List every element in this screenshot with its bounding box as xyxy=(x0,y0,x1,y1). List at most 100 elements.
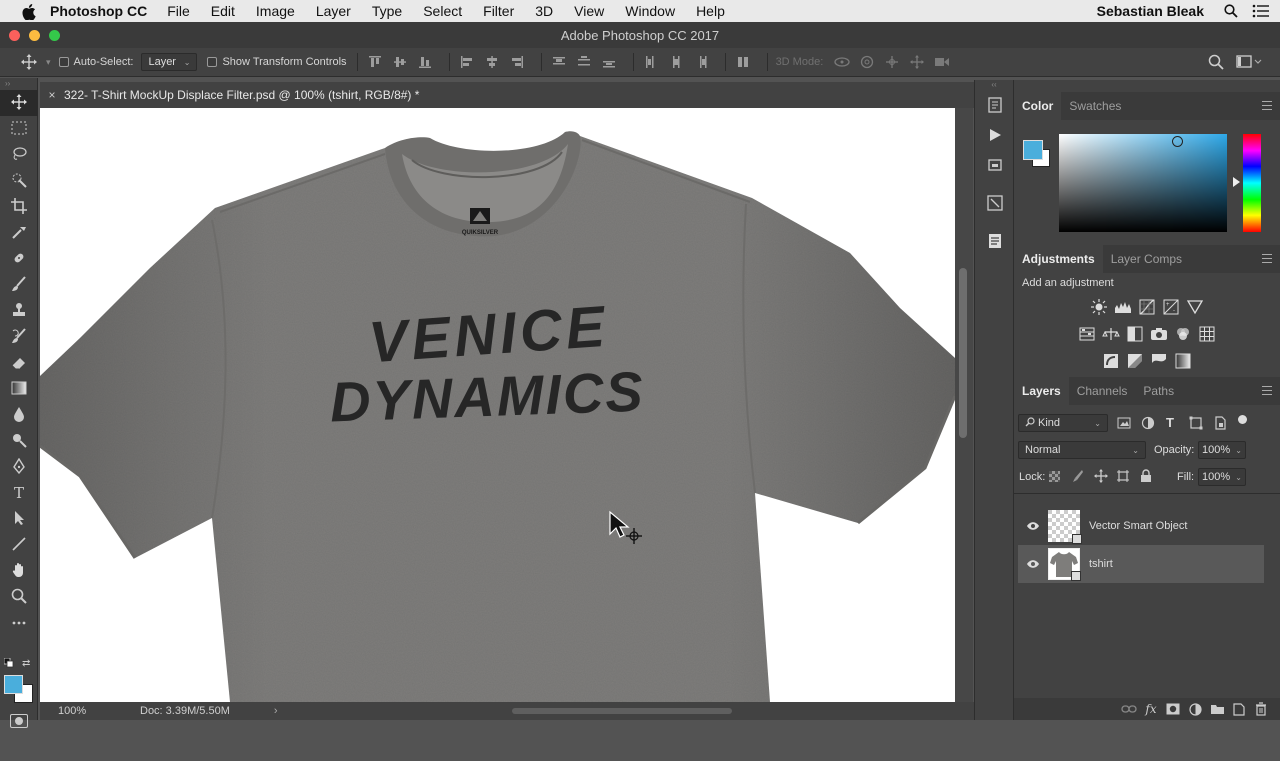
chevron-right-icon[interactable]: › xyxy=(274,705,278,717)
list-menu-icon[interactable] xyxy=(1250,0,1272,22)
path-select-tool[interactable] xyxy=(0,506,38,532)
panel-menu-icon[interactable] xyxy=(1262,101,1272,111)
layer-thumbnail[interactable] xyxy=(1048,510,1082,544)
3d-panel-icon[interactable] xyxy=(975,150,1015,180)
healing-tool[interactable] xyxy=(0,246,38,272)
chevron-down-icon[interactable]: ⌄ xyxy=(1235,473,1242,482)
history-brush-tool[interactable] xyxy=(0,324,38,350)
document-tab[interactable]: × 322- T-Shirt MockUp Displace Filter.ps… xyxy=(40,82,974,108)
posterize-icon[interactable] xyxy=(1123,351,1147,371)
layer-filter-dropdown[interactable]: Kind ⌄ xyxy=(1018,414,1108,432)
filter-pixel-icon[interactable] xyxy=(1117,416,1131,433)
3d-roll-icon[interactable] xyxy=(858,53,876,71)
panel-menu-icon[interactable] xyxy=(1262,386,1272,396)
invert-icon[interactable] xyxy=(1099,351,1123,371)
vertical-scrollbar[interactable] xyxy=(955,108,973,702)
align-left-icon[interactable] xyxy=(458,53,476,71)
menu-filter[interactable]: Filter xyxy=(483,3,514,19)
lasso-tool[interactable] xyxy=(0,142,38,168)
color-balance-icon[interactable] xyxy=(1099,324,1123,344)
blend-mode-dropdown[interactable]: Normal ⌄ xyxy=(1018,441,1146,459)
menu-help[interactable]: Help xyxy=(696,3,725,19)
new-group-folder-icon[interactable] xyxy=(1206,701,1228,717)
foreground-color-chip[interactable] xyxy=(1023,140,1043,160)
collapse-icon[interactable]: ›› xyxy=(0,78,37,90)
color-lookup-icon[interactable] xyxy=(1195,324,1219,344)
fx-icon[interactable]: fx xyxy=(1140,701,1162,717)
brush-tool[interactable] xyxy=(0,272,38,298)
marquee-tool[interactable] xyxy=(0,116,38,142)
auto-select-checkbox[interactable] xyxy=(58,57,69,67)
distribute-vcenter-icon[interactable] xyxy=(575,53,593,71)
zoom-level[interactable]: 100% xyxy=(58,705,118,717)
layer-name[interactable]: Vector Smart Object xyxy=(1089,520,1187,532)
hue-slider-handle[interactable] xyxy=(1233,177,1240,187)
threshold-icon[interactable] xyxy=(1147,351,1171,371)
document-canvas[interactable]: QUIKSILVER VENICE DYNAMICS xyxy=(40,108,955,702)
menu-select[interactable]: Select xyxy=(423,3,462,19)
align-bottom-icon[interactable] xyxy=(416,53,434,71)
3d-orbit-icon[interactable] xyxy=(833,53,851,71)
more-tools[interactable] xyxy=(0,610,38,636)
horizontal-scroll-thumb[interactable] xyxy=(512,708,732,714)
distribute-right-icon[interactable] xyxy=(692,53,710,71)
blur-tool[interactable] xyxy=(0,402,38,428)
visibility-eye-icon[interactable] xyxy=(1018,559,1048,569)
distribute-top-icon[interactable] xyxy=(550,53,568,71)
filter-toggle-icon[interactable] xyxy=(1238,415,1247,424)
filter-smart-object-icon[interactable] xyxy=(1213,416,1227,433)
tab-adjustments[interactable]: Adjustments xyxy=(1014,245,1103,273)
opacity-field[interactable]: 100% ⌄ xyxy=(1198,441,1246,459)
curves-icon[interactable] xyxy=(1135,297,1159,317)
default-colors-icon[interactable] xyxy=(3,657,14,668)
menu-layer[interactable]: Layer xyxy=(316,3,351,19)
dodge-tool[interactable] xyxy=(0,428,38,454)
new-adjustment-layer-icon[interactable] xyxy=(1184,701,1206,717)
photo-filter-icon[interactable] xyxy=(1147,324,1171,344)
close-icon[interactable]: × xyxy=(40,88,64,102)
align-hcenter-icon[interactable] xyxy=(483,53,501,71)
properties-icon[interactable] xyxy=(975,188,1015,218)
foreground-color-swatch[interactable] xyxy=(4,675,23,694)
layer-row-tshirt[interactable]: tshirt xyxy=(1018,545,1264,583)
auto-align-icon[interactable] xyxy=(734,53,752,71)
menu-image[interactable]: Image xyxy=(256,3,295,19)
distribute-bottom-icon[interactable] xyxy=(600,53,618,71)
apple-icon[interactable] xyxy=(22,4,36,21)
hue-slider[interactable] xyxy=(1243,134,1261,232)
menu-type[interactable]: Type xyxy=(372,3,402,19)
app-menu[interactable]: Photoshop CC xyxy=(50,3,147,19)
notes-icon[interactable] xyxy=(975,226,1015,256)
filter-shape-icon[interactable] xyxy=(1189,416,1203,433)
color-spectrum[interactable] xyxy=(1059,134,1227,232)
visibility-eye-icon[interactable] xyxy=(1018,521,1048,531)
menu-window[interactable]: Window xyxy=(625,3,675,19)
menu-view[interactable]: View xyxy=(574,3,604,19)
search-icon[interactable] xyxy=(1208,54,1224,73)
lock-artboard-icon[interactable] xyxy=(1116,469,1130,486)
zoom-tool[interactable] xyxy=(0,584,38,610)
3d-slide-icon[interactable] xyxy=(908,53,926,71)
panel-menu-icon[interactable] xyxy=(1262,254,1272,264)
3d-pan-icon[interactable] xyxy=(883,53,901,71)
vibrance-icon[interactable] xyxy=(1183,297,1207,317)
tab-channels[interactable]: Channels xyxy=(1069,377,1136,405)
swap-colors-icon[interactable]: ⇄ xyxy=(22,658,30,669)
tab-layers[interactable]: Layers xyxy=(1014,377,1069,405)
search-icon[interactable] xyxy=(1220,0,1242,22)
stamp-tool[interactable] xyxy=(0,298,38,324)
distribute-left-icon[interactable] xyxy=(642,53,660,71)
actions-play-icon[interactable] xyxy=(975,120,1015,150)
quick-select-tool[interactable] xyxy=(0,168,38,194)
align-vcenter-icon[interactable] xyxy=(391,53,409,71)
auto-select-target-dropdown[interactable]: Layer ⌄ xyxy=(141,53,198,71)
black-white-icon[interactable] xyxy=(1123,324,1147,344)
channel-mixer-icon[interactable] xyxy=(1171,324,1195,344)
move-tool-preset-icon[interactable] xyxy=(14,54,44,70)
lock-position-icon[interactable] xyxy=(1094,469,1108,486)
quick-mask-icon[interactable] xyxy=(10,714,28,728)
workspace-switcher-icon[interactable] xyxy=(1236,55,1262,72)
menu-3d[interactable]: 3D xyxy=(535,3,553,19)
exposure-icon[interactable]: + - xyxy=(1159,297,1183,317)
levels-icon[interactable] xyxy=(1111,297,1135,317)
